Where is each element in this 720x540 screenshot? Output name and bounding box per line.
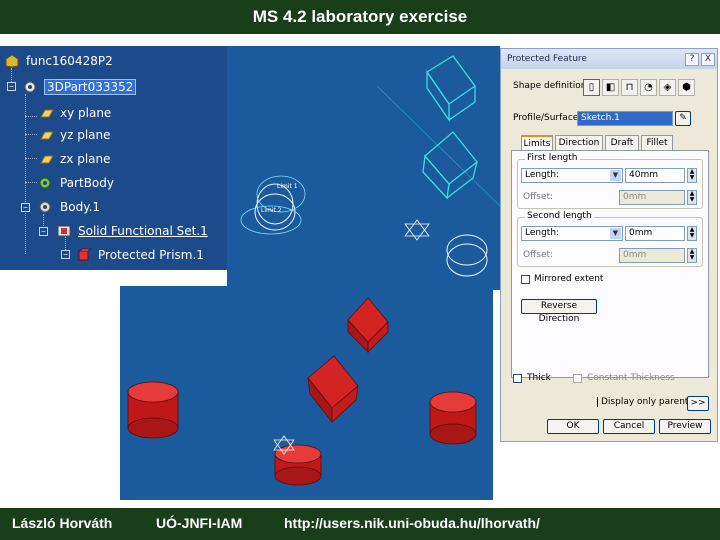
second-length-type-label: Length: xyxy=(525,228,560,238)
pocket-shape-icon[interactable]: ◧ xyxy=(602,79,619,96)
first-length-value[interactable]: 40mm xyxy=(625,168,685,183)
collapse-toggle[interactable]: − xyxy=(7,82,16,91)
tree-item-label: Solid Functional Set.1 xyxy=(78,224,208,238)
first-length-type-select[interactable]: Length: ▼ xyxy=(521,168,623,183)
reverse-direction-button[interactable]: Reverse Direction xyxy=(521,299,597,324)
constant-thickness-label: Constant Thickness xyxy=(587,373,675,383)
shape-definition-label: Shape definition xyxy=(513,81,587,91)
first-offset-field[interactable]: 0mm xyxy=(619,190,685,205)
plane-icon xyxy=(38,152,54,166)
edit-sketch-icon[interactable]: ✎ xyxy=(675,111,691,126)
first-length-title: First length xyxy=(525,153,580,163)
tree-part-label: 3DPart033352 xyxy=(44,79,137,95)
chevron-down-icon: ▼ xyxy=(610,170,621,181)
wireframe-viewport[interactable]: Limit 1 Limit 2 xyxy=(227,46,501,290)
footer-url[interactable]: http://users.nik.uni-obuda.hu/lhorvath/ xyxy=(284,515,540,531)
tree-item-label: Protected Prism.1 xyxy=(98,248,204,262)
second-offset-field[interactable]: 0mm xyxy=(619,248,685,263)
thick-shape-icon[interactable]: ⬢ xyxy=(678,79,695,96)
display-parents-label: Display only parents xyxy=(597,397,694,407)
tree-root-label: func160428P2 xyxy=(26,54,113,68)
tree-root[interactable]: func160428P2 xyxy=(4,52,113,70)
thick-label: Thick xyxy=(527,373,551,383)
tree-connector xyxy=(25,182,37,183)
second-length-type-select[interactable]: Length: ▼ xyxy=(521,226,623,241)
specification-tree: func160428P2 − 3DPart033352 xy plane yz … xyxy=(0,46,227,270)
display-parents-button[interactable]: Display only parents xyxy=(597,397,694,407)
second-length-spinner[interactable]: ▲ ▼ xyxy=(687,226,697,241)
thick-checkbox[interactable] xyxy=(513,374,522,383)
gear-icon xyxy=(38,176,54,190)
plane-icon xyxy=(38,128,54,142)
solid-viewport[interactable] xyxy=(120,286,493,500)
limit1-label: Limit 1 xyxy=(277,183,298,190)
ok-button[interactable]: OK xyxy=(547,419,599,434)
prism-icon xyxy=(76,248,93,262)
profile-field[interactable]: Sketch.1 xyxy=(577,111,673,126)
tree-item-label: yz plane xyxy=(60,128,111,142)
tab-direction[interactable]: Direction xyxy=(555,135,603,150)
tree-connector xyxy=(25,158,37,159)
tree-item-yz-plane[interactable]: yz plane xyxy=(38,126,111,144)
tree-item-label: Body.1 xyxy=(60,200,101,214)
footer-author: László Horváth xyxy=(12,515,113,531)
loft-shape-icon[interactable]: ◈ xyxy=(659,79,676,96)
tab-fillet[interactable]: Fillet xyxy=(641,135,673,150)
second-length-value[interactable]: 0mm xyxy=(625,226,685,241)
tree-item-functional-set[interactable]: Solid Functional Set.1 xyxy=(56,222,208,240)
tree-part[interactable]: 3DPart033352 xyxy=(22,78,137,96)
functional-set-icon xyxy=(56,224,72,238)
solid-geometry xyxy=(127,297,477,486)
pad-shape-icon[interactable]: ▯ xyxy=(583,79,600,96)
slide-title: MS 4.2 laboratory exercise xyxy=(0,0,720,34)
first-offset-label: Offset: xyxy=(523,192,554,202)
more-button[interactable]: >> xyxy=(687,396,709,411)
gear-icon xyxy=(38,200,54,214)
tree-connector xyxy=(25,134,37,135)
collapse-toggle[interactable]: − xyxy=(21,203,30,212)
collapse-toggle[interactable]: − xyxy=(61,250,70,259)
tree-item-xy-plane[interactable]: xy plane xyxy=(38,104,111,122)
second-offset-spinner[interactable]: ▲ ▼ xyxy=(687,248,697,263)
first-length-type-label: Length: xyxy=(525,170,560,180)
tree-item-label: xy plane xyxy=(60,106,112,120)
tree-item-label: PartBody xyxy=(60,176,114,190)
help-button[interactable]: ? xyxy=(685,52,699,66)
tab-draft[interactable]: Draft xyxy=(605,135,639,150)
mirrored-extent-label: Mirrored extent xyxy=(534,274,604,284)
product-icon xyxy=(4,54,20,68)
profile-label: Profile/Surface: xyxy=(513,113,582,123)
second-offset-label: Offset: xyxy=(523,250,554,260)
tree-connector xyxy=(25,116,37,117)
tree-item-partbody[interactable]: PartBody xyxy=(38,174,114,192)
rib-shape-icon[interactable]: ⊓ xyxy=(621,79,638,96)
plane-icon xyxy=(38,106,54,120)
first-offset-spinner[interactable]: ▲ ▼ xyxy=(687,190,697,205)
tree-connector xyxy=(25,94,26,254)
mirrored-extent-checkbox[interactable] xyxy=(521,275,530,284)
second-length-title: Second length xyxy=(525,211,594,221)
tree-item-label: zx plane xyxy=(60,152,111,166)
slide-footer: László Horváth UÓ-JNFI-IAM http://users.… xyxy=(0,508,720,540)
limit2-label: Limit 2 xyxy=(261,207,282,214)
first-length-spinner[interactable]: ▲ ▼ xyxy=(687,168,697,183)
cancel-button[interactable]: Cancel xyxy=(603,419,655,434)
footer-institute: UÓ-JNFI-IAM xyxy=(156,515,243,531)
tree-item-protected-prism[interactable]: Protected Prism.1 xyxy=(76,246,204,264)
protected-feature-dialog: Protected Feature ? X Shape definition ▯… xyxy=(500,48,718,442)
constant-thickness-checkbox[interactable] xyxy=(573,374,582,383)
preview-button[interactable]: Preview xyxy=(659,419,711,434)
tree-item-zx-plane[interactable]: zx plane xyxy=(38,150,111,168)
close-button[interactable]: X xyxy=(701,52,715,66)
dialog-title: Protected Feature xyxy=(507,54,587,64)
gear-icon xyxy=(22,80,38,94)
dialog-titlebar: Protected Feature ? X xyxy=(501,49,717,69)
collapse-toggle[interactable]: − xyxy=(39,227,48,236)
chevron-down-icon: ▼ xyxy=(610,228,621,239)
tab-limits[interactable]: Limits xyxy=(521,135,553,151)
tree-item-body[interactable]: Body.1 xyxy=(38,198,100,216)
wireframe-geometry: Limit 1 Limit 2 xyxy=(240,55,501,277)
groove-shape-icon[interactable]: ◔ xyxy=(640,79,657,96)
